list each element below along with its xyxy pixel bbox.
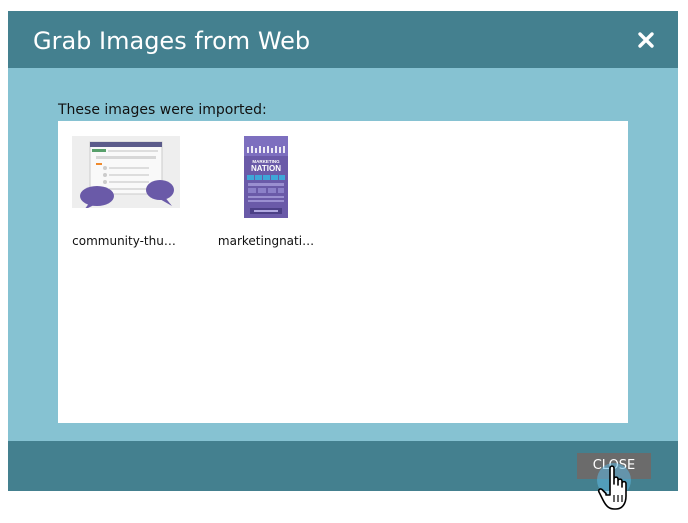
dialog-header: Grab Images from Web <box>8 11 678 68</box>
grab-images-dialog: Grab Images from Web These images were i… <box>8 11 678 491</box>
imported-images-panel: community-thu… MARKETING NATION marketin… <box>58 121 628 423</box>
image-item-community[interactable]: community-thu… <box>64 136 184 256</box>
dialog-title: Grab Images from Web <box>33 27 311 55</box>
dialog-footer: CLOSE <box>8 441 678 491</box>
close-button[interactable]: CLOSE <box>577 453 651 479</box>
community-thumbnail-image <box>72 136 180 213</box>
close-icon[interactable] <box>637 31 655 49</box>
imported-images-message: These images were imported: <box>58 102 267 118</box>
thumbnail-nation-text: NATION <box>251 164 281 173</box>
marketing-nation-thumbnail-image: MARKETING NATION <box>244 136 288 223</box>
image-label: community-thu… <box>72 234 176 248</box>
image-item-marketingnation[interactable]: MARKETING NATION marketingnati… <box>206 136 326 256</box>
image-label: marketingnati… <box>217 234 315 248</box>
